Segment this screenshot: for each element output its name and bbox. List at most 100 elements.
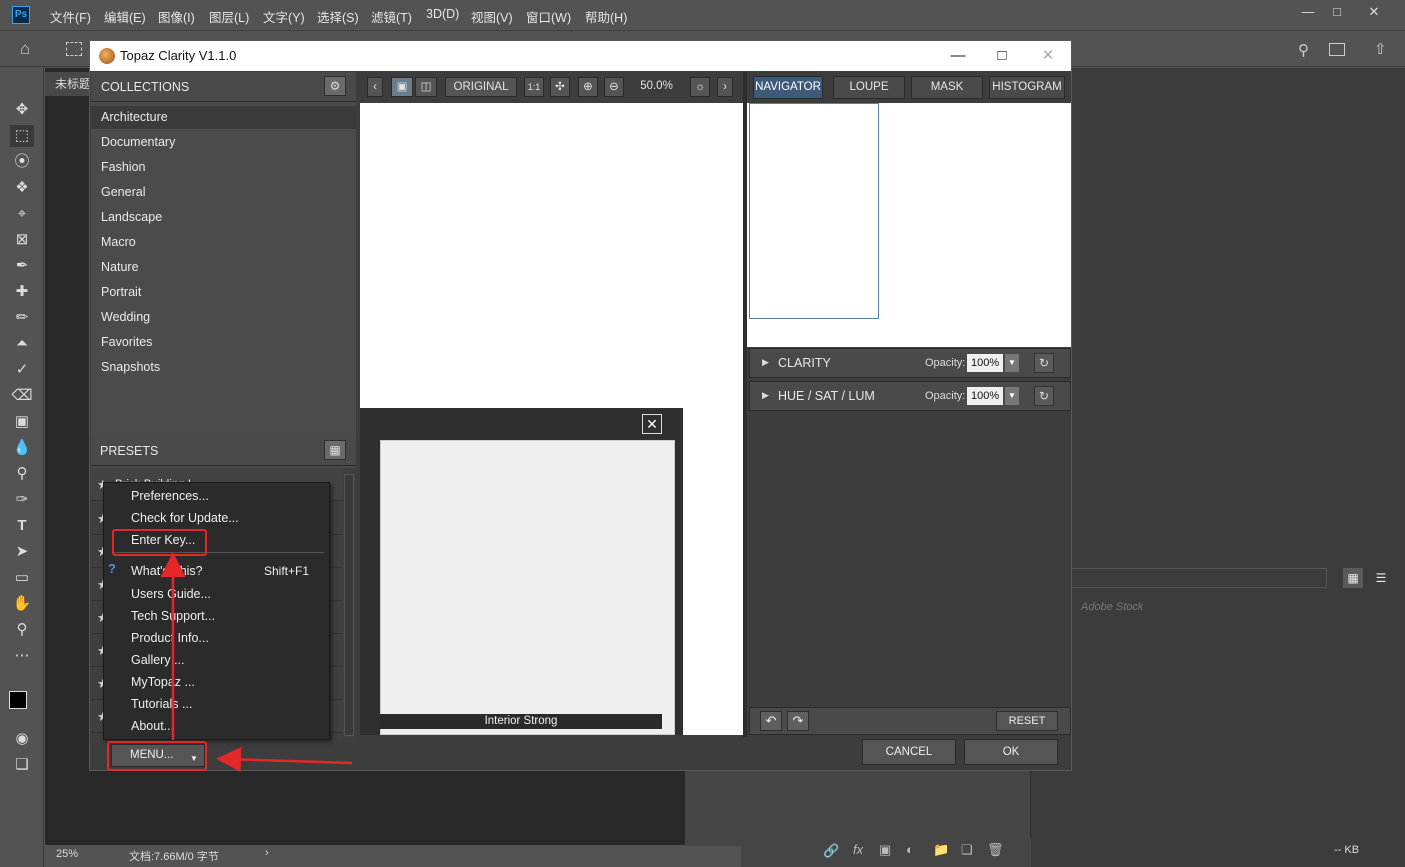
single-view-icon[interactable]: ▣	[391, 77, 413, 97]
collection-fashion[interactable]: Fashion	[101, 160, 145, 174]
collection-macro[interactable]: Macro	[101, 235, 136, 249]
layer-mask-icon[interactable]: ▣	[879, 842, 891, 858]
grid-view-icon[interactable]: ▦	[1343, 568, 1363, 588]
collection-architecture[interactable]: Architecture	[101, 110, 168, 124]
pen-tool-icon[interactable]: ✑	[10, 489, 34, 511]
menu-item-about[interactable]: About...	[131, 719, 174, 733]
menu-edit[interactable]: 编辑(E)	[104, 7, 146, 26]
gradient-tool-icon[interactable]: ▣	[10, 411, 34, 433]
reset-button[interactable]: RESET	[996, 711, 1058, 731]
history-brush-icon[interactable]: ✓	[10, 359, 34, 381]
chevron-down-icon[interactable]: ▼	[1005, 387, 1019, 405]
brush-tool-icon[interactable]: ✏	[10, 307, 34, 329]
collection-wedding[interactable]: Wedding	[101, 310, 150, 324]
zoom-out-icon[interactable]: ⊖	[604, 77, 624, 97]
type-tool-icon[interactable]: T	[10, 515, 34, 537]
menu-file[interactable]: 文件(F)	[50, 7, 91, 26]
chevron-right-icon[interactable]: ›	[717, 77, 733, 97]
clarity-section[interactable]: ▶ CLARITY Opacity: 100% ▼ ↻	[749, 348, 1071, 378]
dodge-tool-icon[interactable]: ⚲	[10, 463, 34, 485]
eraser-icon[interactable]: ⌫	[10, 385, 34, 407]
reset-icon[interactable]: ↻	[1034, 386, 1054, 406]
menu-select[interactable]: 选择(S)	[317, 7, 359, 26]
cancel-button[interactable]: CANCEL	[862, 739, 956, 765]
maximize-icon[interactable]: □	[1325, 3, 1349, 21]
lasso-tool-icon[interactable]: ⦿	[10, 151, 34, 173]
presets-scrollbar[interactable]	[344, 474, 354, 736]
undo-icon[interactable]: ↶	[760, 711, 782, 731]
more-tools-icon[interactable]: ⋯	[10, 645, 34, 667]
menu-window[interactable]: 窗口(W)	[526, 7, 571, 26]
topaz-maximize-icon[interactable]: □	[987, 45, 1017, 67]
collection-general[interactable]: General	[101, 185, 145, 199]
path-select-icon[interactable]: ➤	[10, 541, 34, 563]
navigator-viewport-rect[interactable]	[749, 103, 879, 319]
healing-brush-icon[interactable]: ✚	[10, 281, 34, 303]
collection-portrait[interactable]: Portrait	[101, 285, 141, 299]
blur-tool-icon[interactable]: 💧	[10, 437, 34, 459]
menu-item-mytopaz[interactable]: MyTopaz ...	[131, 675, 195, 689]
menu-help[interactable]: 帮助(H)	[585, 7, 627, 26]
fx-icon[interactable]: fx	[853, 842, 863, 857]
marquee-option-icon[interactable]	[66, 42, 82, 56]
foreground-color-swatch[interactable]	[9, 691, 27, 709]
collection-landscape[interactable]: Landscape	[101, 210, 162, 224]
expand-triangle-icon[interactable]: ▶	[762, 390, 769, 401]
menu-item-preferences[interactable]: Preferences...	[131, 489, 209, 503]
menu-item-tech-support[interactable]: Tech Support...	[131, 609, 215, 623]
screen-mode-icon[interactable]: ❏	[10, 754, 34, 776]
status-zoom[interactable]: 25%	[56, 848, 78, 860]
menu-item-gallery[interactable]: Gallery ...	[131, 653, 185, 667]
collection-snapshots[interactable]: Snapshots	[101, 360, 160, 374]
menu-item-product-info[interactable]: Product Info...	[131, 631, 209, 645]
library-dropdown[interactable]	[1071, 568, 1327, 588]
crop-tool-icon[interactable]: ⌖	[10, 203, 34, 225]
frame-tool-icon[interactable]: ⊠	[10, 229, 34, 251]
search-icon[interactable]: ⚲	[1298, 41, 1309, 59]
new-group-icon[interactable]: 📁	[933, 842, 949, 858]
grid-view-icon[interactable]: ▦	[324, 440, 346, 460]
navigator-view[interactable]	[747, 103, 1071, 347]
gear-icon[interactable]: ⚙	[324, 76, 346, 96]
stamp-tool-icon[interactable]: ⏶	[10, 333, 34, 355]
hand-tool-icon[interactable]: ✋	[10, 593, 34, 615]
link-layers-icon[interactable]: 🔗	[823, 843, 839, 859]
original-button[interactable]: ORIGINAL	[445, 77, 517, 97]
topaz-close-icon[interactable]: ✕	[1033, 45, 1063, 67]
status-menu-arrow[interactable]: ›	[265, 847, 269, 859]
collection-documentary[interactable]: Documentary	[101, 135, 175, 149]
rectangle-tool-icon[interactable]: ▭	[10, 567, 34, 589]
reset-icon[interactable]: ↻	[1034, 353, 1054, 373]
hue-sat-lum-section[interactable]: ▶ HUE / SAT / LUM Opacity: 100% ▼ ↻	[749, 381, 1071, 411]
tab-histogram[interactable]: HISTOGRAM	[989, 76, 1065, 99]
new-layer-icon[interactable]: ❏	[961, 842, 973, 858]
menu-item-tutorials[interactable]: Tutorials ...	[131, 697, 192, 711]
quick-mask-icon[interactable]: ◉	[10, 728, 34, 750]
delete-layer-icon[interactable]: 🗑	[987, 842, 1004, 858]
menu-filter[interactable]: 滤镜(T)	[371, 7, 412, 26]
redo-icon[interactable]: ↷	[787, 711, 809, 731]
chevron-down-icon[interactable]: ▼	[1005, 354, 1019, 372]
close-icon[interactable]: ✕	[642, 414, 662, 434]
eyedropper-icon[interactable]: ✒	[10, 255, 34, 277]
list-view-icon[interactable]: ☰	[1371, 568, 1391, 588]
zoom-1to1-button[interactable]: 1:1	[524, 77, 544, 97]
menu-3d[interactable]: 3D(D)	[426, 7, 459, 21]
split-view-icon[interactable]: ◫	[415, 77, 437, 97]
marquee-tool-icon[interactable]: ⬚	[10, 125, 34, 147]
minimize-icon[interactable]: —	[1296, 3, 1320, 21]
menu-layer[interactable]: 图层(L)	[209, 7, 249, 26]
adjustment-layer-icon[interactable]: ◐	[906, 842, 914, 857]
move-tool-icon[interactable]: ✥	[10, 99, 34, 121]
clarity-opacity-field[interactable]: 100%	[967, 354, 1003, 372]
close-icon[interactable]: ✕	[1362, 3, 1386, 21]
chevron-left-icon[interactable]: ‹	[367, 77, 383, 97]
menu-type[interactable]: 文字(Y)	[263, 7, 305, 26]
zoom-in-icon[interactable]: ⊕	[578, 77, 598, 97]
menu-item-whats-this[interactable]: What's This?	[131, 564, 203, 578]
menu-item-check-update[interactable]: Check for Update...	[131, 511, 239, 525]
ok-button[interactable]: OK	[964, 739, 1058, 765]
collection-nature[interactable]: Nature	[101, 260, 139, 274]
tab-loupe[interactable]: LOUPE	[833, 76, 905, 99]
hsl-opacity-field[interactable]: 100%	[967, 387, 1003, 405]
